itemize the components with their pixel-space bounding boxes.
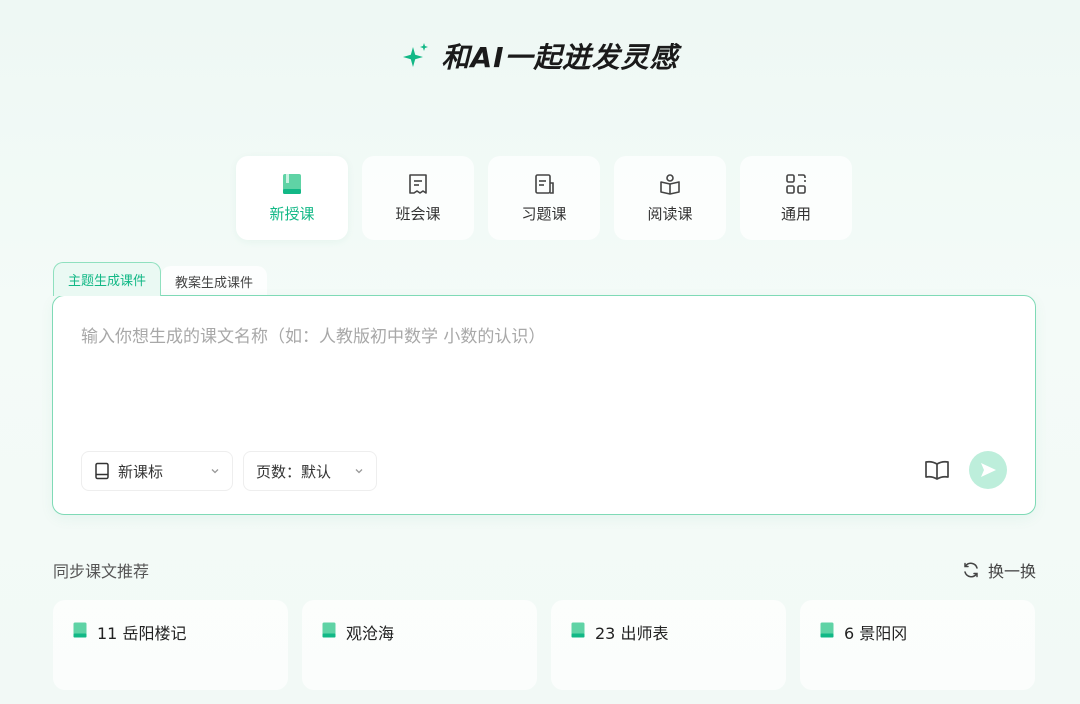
sparkle-icon (403, 43, 429, 67)
recommendation-name: 11 岳阳楼记 (97, 624, 187, 643)
lesson-type-label: 班会课 (395, 204, 441, 223)
recommendation-list: 11 岳阳楼记 观沧海 23 出师表 6 景阳冈 (53, 600, 1035, 690)
open-book-button[interactable] (923, 456, 951, 484)
refresh-icon (964, 562, 978, 578)
lesson-type-class-meeting[interactable]: 班会课 (362, 156, 474, 240)
curriculum-value: 新课标 (118, 462, 164, 481)
send-arrow-icon (981, 463, 996, 477)
exercise-doc-icon (533, 173, 555, 195)
apps-grid-icon (785, 173, 807, 195)
recommendation-name: 6 景阳冈 (844, 624, 908, 643)
recommendation-card[interactable]: 23 出师表 (551, 600, 786, 690)
book-icon (95, 462, 109, 480)
open-book-icon (925, 460, 949, 480)
send-button[interactable] (969, 451, 1007, 489)
recommendation-title: 同步课文推荐 (53, 562, 150, 581)
reading-icon (659, 173, 681, 195)
document-icon (407, 173, 429, 195)
chevron-down-icon (355, 469, 363, 474)
green-book-icon (571, 622, 585, 638)
lesson-type-selector: 新授课 班会课 习题课 阅读课 通用 (236, 156, 852, 240)
green-book-icon (322, 622, 336, 638)
hero-header: 和AI一起迸发灵感 (0, 36, 1080, 76)
recommendation-name: 观沧海 (346, 624, 395, 643)
recommendation-card[interactable]: 11 岳阳楼记 (53, 600, 288, 690)
refresh-button[interactable]: 换一换 (962, 558, 1036, 582)
lesson-type-new[interactable]: 新授课 (236, 156, 348, 240)
lesson-type-general[interactable]: 通用 (740, 156, 852, 240)
recommendation-card[interactable]: 6 景阳冈 (800, 600, 1035, 690)
green-book-icon (820, 622, 834, 638)
lesson-type-exercise[interactable]: 习题课 (488, 156, 600, 240)
input-panel: 新课标 页数：默认 (52, 295, 1036, 515)
recommendation-header: 同步课文推荐 换一换 (53, 558, 1036, 582)
tab-lesson-plan-generate[interactable]: 教案生成课件 (161, 266, 268, 296)
page-count-select[interactable]: 页数：默认 (243, 451, 377, 491)
green-book-icon (281, 173, 303, 195)
green-book-icon (73, 622, 87, 638)
page-count-value: 页数：默认 (256, 462, 332, 481)
chevron-down-icon (211, 469, 219, 474)
hero-title: 和AI一起迸发灵感 (441, 41, 679, 74)
lesson-type-label: 习题课 (521, 204, 567, 223)
tab-topic-generate[interactable]: 主题生成课件 (53, 262, 162, 296)
lesson-type-label: 通用 (780, 204, 811, 223)
lesson-type-label: 阅读课 (647, 204, 693, 223)
curriculum-select[interactable]: 新课标 (81, 451, 233, 491)
generation-mode-tabs: 主题生成课件 教案生成课件 (53, 262, 268, 296)
refresh-label: 换一换 (987, 562, 1036, 581)
topic-input[interactable] (81, 322, 1011, 432)
recommendation-name: 23 出师表 (595, 624, 669, 643)
lesson-type-label: 新授课 (269, 204, 315, 223)
recommendation-card[interactable]: 观沧海 (302, 600, 537, 690)
lesson-type-reading[interactable]: 阅读课 (614, 156, 726, 240)
